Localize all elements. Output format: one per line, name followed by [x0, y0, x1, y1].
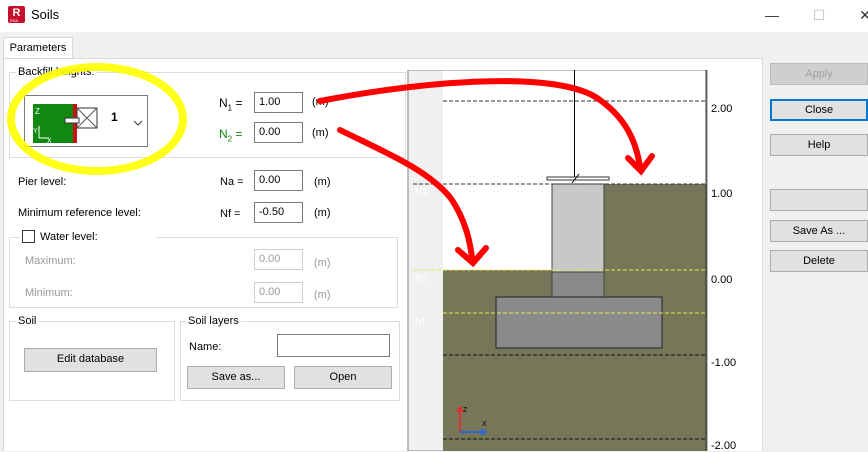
n2-unit: (m): [312, 127, 329, 139]
level-n2-label: N2: [415, 273, 428, 284]
water-level-header: Water level:: [20, 229, 156, 245]
chevron-down-icon: [133, 120, 143, 126]
backfill-type-dropdown[interactable]: Z Y X 1: [24, 95, 148, 147]
water-maximum-input[interactable]: 0.00: [254, 249, 303, 270]
tab-parameters[interactable]: Parameters: [3, 37, 73, 59]
n1-input[interactable]: 1.00: [254, 92, 303, 113]
water-maximum-unit: (m): [314, 257, 331, 269]
n2-symbol: N2 =: [219, 127, 243, 144]
svg-text:X: X: [47, 138, 52, 145]
min-ref-level-unit: (m): [314, 207, 331, 219]
svg-text:Z: Z: [35, 107, 40, 116]
pier-level-input[interactable]: 0.00: [254, 170, 303, 191]
footing: [495, 296, 663, 349]
n1-symbol: N1 =: [219, 96, 243, 113]
svg-text:Z: Z: [463, 407, 468, 414]
blank-button[interactable]: [770, 189, 868, 211]
water-minimum-label: Minimum:: [25, 287, 73, 299]
help-button[interactable]: Help: [770, 134, 868, 156]
pier-lower: [551, 271, 605, 299]
level-nf-label: Nf: [415, 317, 425, 328]
svg-text:Y: Y: [33, 128, 38, 135]
edit-database-button[interactable]: Edit database: [24, 348, 157, 372]
level-n1-label: N1: [415, 187, 428, 198]
backfill-heights-label: Backfill heights:: [16, 66, 97, 78]
soil-group-label: Soil: [16, 315, 39, 327]
water-level-checkbox[interactable]: [22, 230, 35, 243]
layer-save-as-button[interactable]: Save as...: [187, 366, 285, 389]
scale-tick-minus-2: -2.00: [711, 440, 737, 452]
save-as-button[interactable]: Save As ...: [770, 220, 868, 242]
n1-unit: (m): [312, 96, 329, 108]
scale-tick-minus-1: -1.00: [711, 357, 737, 369]
layer-open-button[interactable]: Open: [294, 366, 392, 389]
pier-level-unit: (m): [314, 176, 331, 188]
maximize-button[interactable]: ☐: [807, 4, 831, 26]
water-minimum-unit: (m): [314, 289, 331, 301]
close-window-button[interactable]: ✕: [853, 4, 868, 26]
title-bar: R RSA Soils — ☐ ✕: [0, 0, 868, 32]
delete-button[interactable]: Delete: [770, 250, 868, 272]
layer-name-input[interactable]: [277, 334, 390, 357]
pier-level-label: Pier level:: [18, 176, 67, 188]
close-button[interactable]: Close: [770, 99, 868, 121]
backfill-selected-value: 1: [111, 110, 118, 124]
window-title: Soils: [31, 7, 60, 22]
scale-tick-2: 2.00: [711, 103, 733, 115]
apply-button[interactable]: Apply: [770, 63, 868, 85]
scale-tick-0: 0.00: [711, 274, 733, 286]
soil-layers-label: Soil layers: [186, 315, 241, 327]
soil-layers-group: [180, 321, 400, 401]
min-ref-level-input[interactable]: -0.50: [254, 202, 303, 223]
foundation-diagram: N1 N2 Nf Z X: [407, 70, 708, 451]
water-maximum-label: Maximum:: [25, 255, 76, 267]
layer-name-label: Name:: [189, 341, 222, 353]
backfill-thumbnail-icon: Z Y X: [33, 104, 98, 145]
na-symbol: Na =: [220, 176, 244, 188]
water-level-label: Water level:: [40, 231, 98, 243]
svg-text:X: X: [482, 421, 487, 428]
pier-upper: [551, 183, 605, 273]
minimize-button[interactable]: —: [760, 4, 784, 26]
nf-symbol: Nf =: [220, 208, 241, 220]
app-logo-icon: R RSA: [8, 6, 25, 23]
water-minimum-input[interactable]: 0.00: [254, 282, 303, 303]
n2-input[interactable]: 0.00: [254, 122, 303, 143]
min-ref-level-label: Minimum reference level:: [18, 207, 141, 219]
scale-tick-1: 1.00: [711, 188, 733, 200]
